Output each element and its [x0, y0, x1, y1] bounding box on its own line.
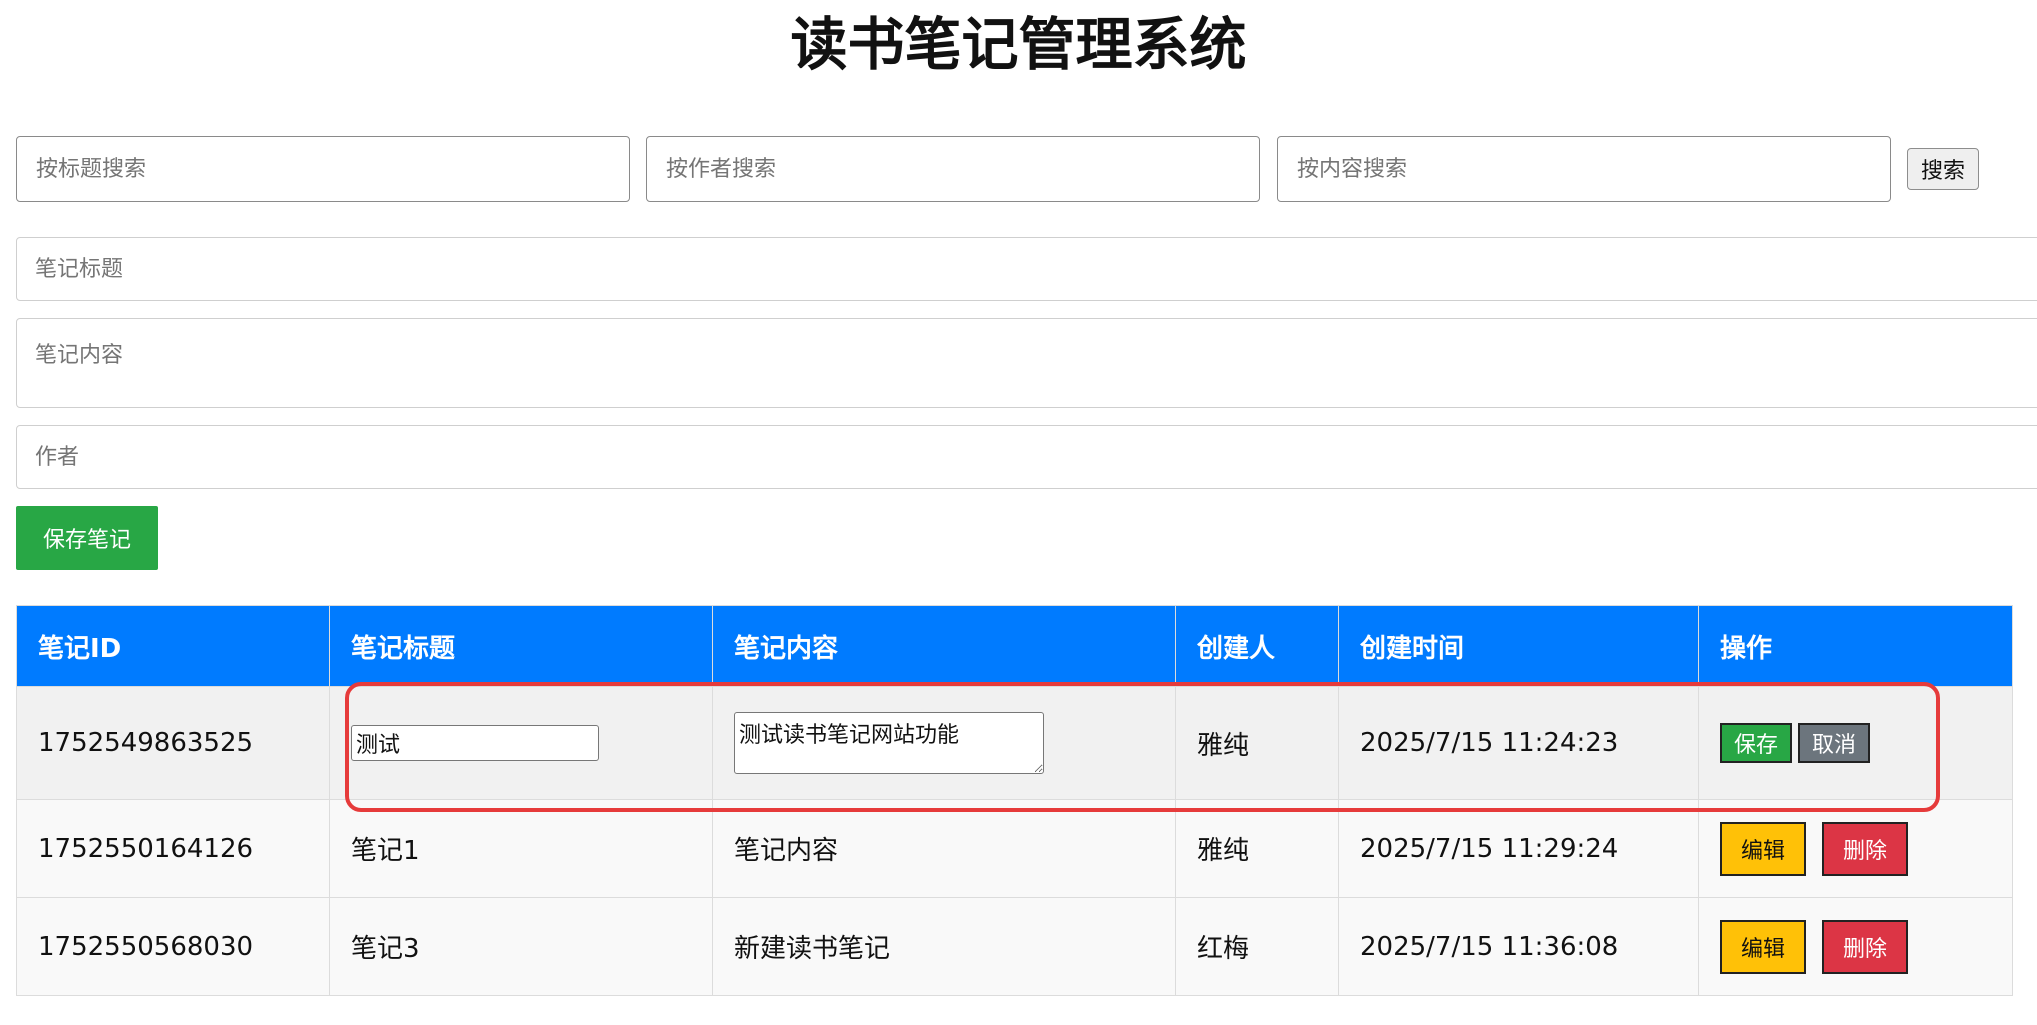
cell-note-id: 1752550568030 — [16, 897, 330, 996]
cell-note-title: 笔记1 — [329, 799, 713, 898]
edit-content-textarea[interactable]: 测试读书笔记网站功能 — [734, 712, 1044, 774]
cell-actions: 编辑 删除 — [1698, 897, 2013, 996]
cell-note-title: 笔记3 — [329, 897, 713, 996]
table-header-row: 笔记ID 笔记标题 笔记内容 创建人 创建时间 操作 — [16, 605, 2013, 687]
row-edit-button[interactable]: 编辑 — [1720, 919, 1806, 974]
cell-created-at: 2025/7/15 11:36:08 — [1338, 897, 1699, 996]
row-edit-button[interactable]: 编辑 — [1720, 821, 1806, 876]
search-by-content-input[interactable] — [1277, 136, 1891, 202]
save-note-button[interactable]: 保存笔记 — [16, 506, 158, 570]
page-title: 读书笔记管理系统 — [790, 12, 1247, 78]
note-author-field[interactable] — [16, 425, 2037, 489]
search-by-author-input[interactable] — [646, 136, 1260, 202]
column-header-created-at: 创建时间 — [1338, 605, 1699, 687]
page: 读书笔记管理系统 搜索 保存笔记 笔记ID 笔记标题 笔记内容 创建人 创建时间… — [0, 0, 2037, 1025]
column-header-creator: 创建人 — [1175, 605, 1339, 687]
cell-note-content: 笔记内容 — [712, 799, 1176, 898]
row-save-button[interactable]: 保存 — [1720, 723, 1792, 763]
cell-creator: 红梅 — [1175, 897, 1339, 996]
column-header-id: 笔记ID — [16, 605, 330, 687]
cell-actions: 保存 取消 — [1698, 686, 2013, 800]
search-button[interactable]: 搜索 — [1907, 148, 1979, 190]
table-row: 1752550568030 笔记3 新建读书笔记 红梅 2025/7/15 11… — [16, 897, 2013, 996]
note-content-field[interactable] — [16, 318, 2037, 408]
cell-actions: 编辑 删除 — [1698, 799, 2013, 898]
row-delete-button[interactable]: 删除 — [1822, 919, 1908, 974]
cell-note-id: 1752550164126 — [16, 799, 330, 898]
note-title-field[interactable] — [16, 237, 2037, 301]
cell-note-content: 测试读书笔记网站功能 — [712, 686, 1176, 800]
cell-note-id: 1752549863525 — [16, 686, 330, 800]
table-row-editing: 1752549863525 测试读书笔记网站功能 雅纯 2025/7/15 11… — [16, 686, 2013, 800]
edit-title-input[interactable] — [351, 725, 599, 761]
cell-created-at: 2025/7/15 11:24:23 — [1338, 686, 1699, 800]
notes-table: 笔记ID 笔记标题 笔记内容 创建人 创建时间 操作 1752549863525… — [16, 605, 2013, 996]
cell-note-title — [329, 686, 713, 800]
cell-creator: 雅纯 — [1175, 799, 1339, 898]
row-cancel-button[interactable]: 取消 — [1798, 723, 1870, 763]
cell-created-at: 2025/7/15 11:29:24 — [1338, 799, 1699, 898]
column-header-content: 笔记内容 — [712, 605, 1176, 687]
row-delete-button[interactable]: 删除 — [1822, 821, 1908, 876]
table-row: 1752550164126 笔记1 笔记内容 雅纯 2025/7/15 11:2… — [16, 799, 2013, 898]
cell-creator: 雅纯 — [1175, 686, 1339, 800]
column-header-actions: 操作 — [1698, 605, 2013, 687]
search-by-title-input[interactable] — [16, 136, 630, 202]
cell-note-content: 新建读书笔记 — [712, 897, 1176, 996]
column-header-title: 笔记标题 — [329, 605, 713, 687]
